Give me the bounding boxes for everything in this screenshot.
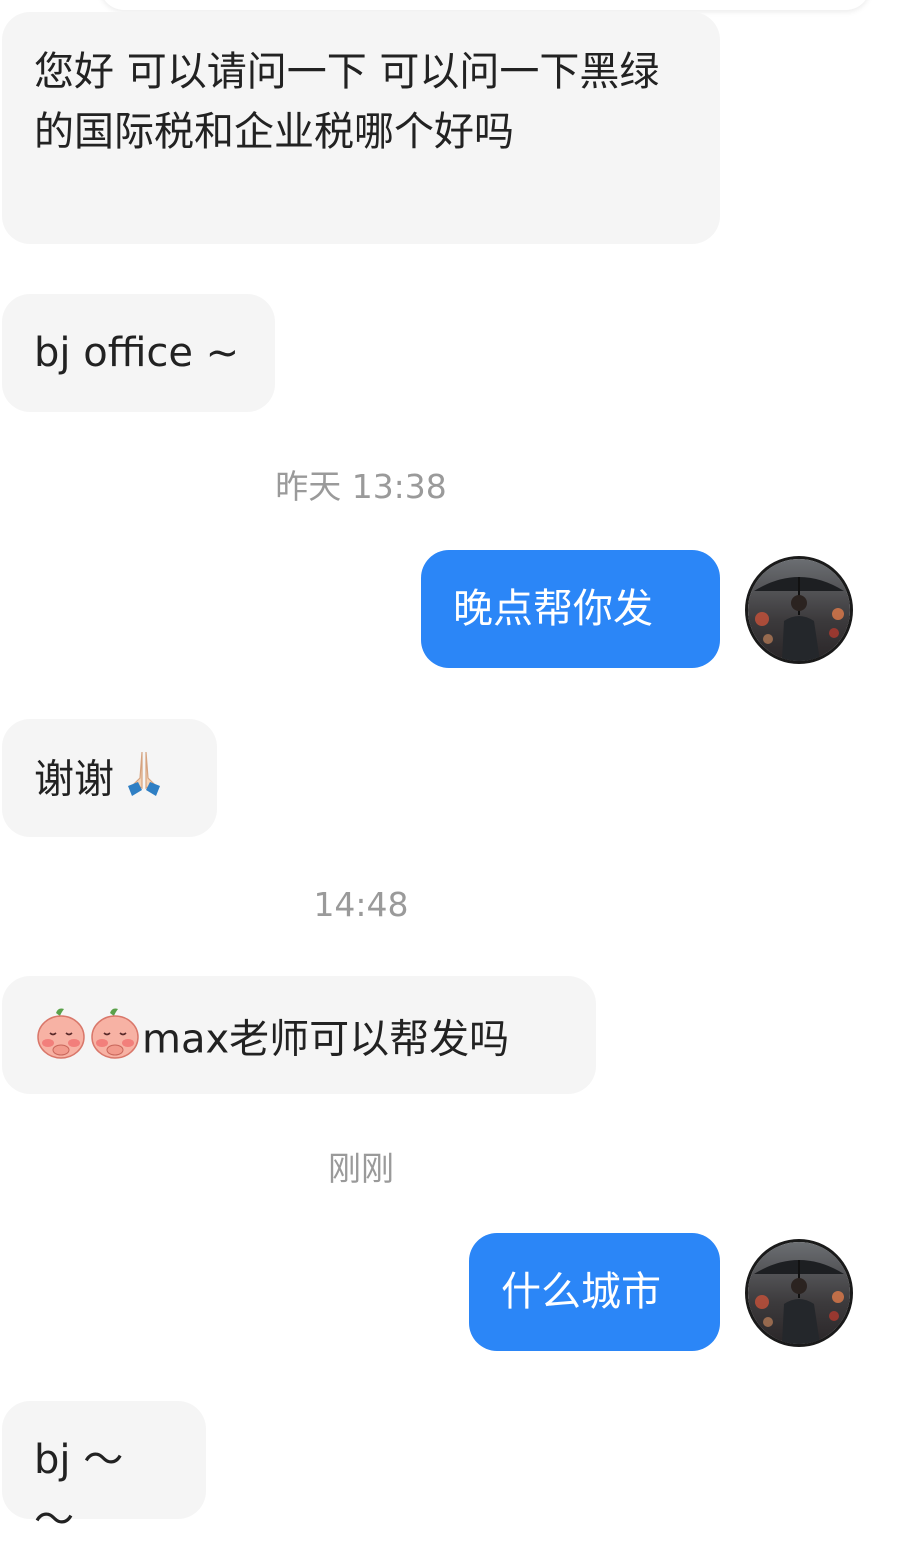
- received-message[interactable]: bj office ~: [2, 294, 275, 412]
- user-avatar[interactable]: [745, 1239, 853, 1347]
- timestamp: 昨天 13:38: [275, 467, 447, 506]
- received-message[interactable]: bj ～ ～: [2, 1401, 206, 1543]
- message-text: 谢谢: [34, 756, 114, 803]
- message-text: 什么城市: [501, 1269, 661, 1315]
- message-text: 晚点帮你发: [453, 586, 653, 632]
- top-card-edge: [100, 0, 870, 10]
- message-text: 您好 可以请问一下 可以问一下黑绿的国际税和企业税哪个好吗: [34, 49, 660, 155]
- folded-hands-icon: [120, 748, 168, 815]
- sent-message[interactable]: 晚点帮你发: [421, 550, 720, 668]
- timestamp: 14:48: [313, 885, 409, 924]
- sent-message[interactable]: 什么城市: [469, 1233, 720, 1351]
- avatar-photo: [748, 559, 850, 661]
- message-text: max老师可以帮发吗: [142, 1016, 510, 1063]
- received-message[interactable]: 您好 可以请问一下 可以问一下黑绿的国际税和企业税哪个好吗: [2, 12, 720, 244]
- message-text: bj ～ ～: [34, 1437, 136, 1543]
- peach-sticker-icon: [34, 1005, 88, 1078]
- message-text: bj office ~: [34, 330, 240, 376]
- timestamp: 刚刚: [328, 1149, 394, 1188]
- peach-sticker-icon: [88, 1005, 142, 1078]
- chat-screen: 您好 可以请问一下 可以问一下黑绿的国际税和企业税哪个好吗 bj office …: [0, 0, 901, 1559]
- user-avatar[interactable]: [745, 556, 853, 664]
- avatar-photo: [748, 1242, 850, 1344]
- received-message[interactable]: 谢谢: [2, 719, 217, 837]
- received-message[interactable]: max老师可以帮发吗: [2, 976, 596, 1094]
